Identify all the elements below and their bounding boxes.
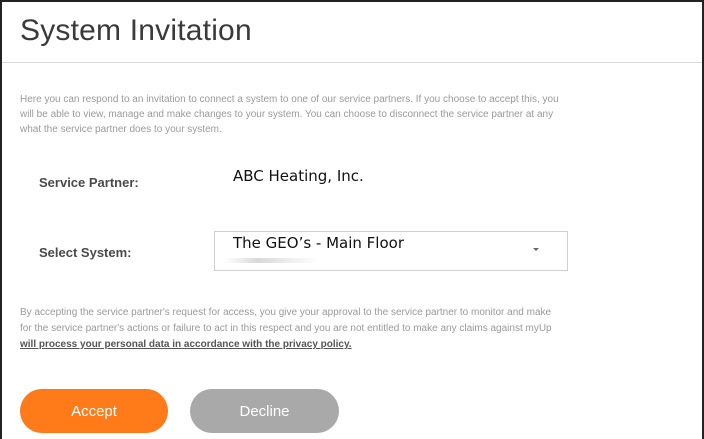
system-select-value: The GEO’s - Main Floor (233, 234, 404, 252)
intro-line-3: what the service partner does to your sy… (20, 124, 222, 135)
decline-button[interactable]: Decline (190, 389, 339, 433)
chevron-down-icon[interactable] (533, 248, 539, 251)
service-partner-value: ABC Heating, Inc. (233, 167, 364, 185)
consent-line-2: for the service partner's actions or fai… (20, 323, 552, 334)
service-partner-label: Service Partner: (39, 175, 139, 190)
consent-text: By accepting the service partner's reque… (20, 305, 702, 353)
consent-line-1: By accepting the service partner's reque… (20, 307, 552, 318)
page-title: System Invitation (20, 14, 252, 47)
accept-button[interactable]: Accept (20, 389, 168, 433)
select-system-label: Select System: (39, 245, 132, 260)
intro-line-2: will be able to view, manage and make ch… (20, 109, 554, 120)
system-select[interactable]: The GEO’s - Main Floor (214, 231, 568, 271)
header-divider (2, 62, 702, 63)
intro-line-1: Here you can respond to an invitation to… (20, 94, 559, 105)
redacted-system-text (225, 258, 320, 263)
intro-text: Here you can respond to an invitation to… (20, 92, 702, 137)
system-invitation-panel: System Invitation Here you can respond t… (0, 0, 704, 439)
privacy-policy-link[interactable]: will process your personal data in accor… (20, 337, 702, 353)
